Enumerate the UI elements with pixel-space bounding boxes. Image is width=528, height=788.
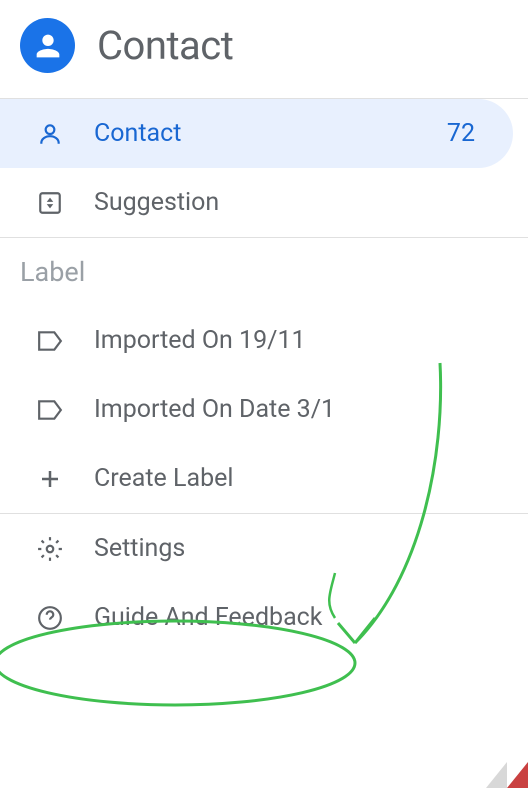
- nav-item-suggestion[interactable]: Suggestion: [0, 168, 528, 237]
- gear-icon: [36, 535, 64, 563]
- label-icon: [36, 396, 64, 424]
- create-label-text: Create Label: [94, 464, 500, 493]
- person-icon: [36, 120, 64, 148]
- contacts-app-icon: [20, 18, 75, 73]
- nav-label-contact: Contact: [94, 119, 417, 148]
- nav-label-guide: Guide And Feedback: [94, 603, 500, 632]
- nav-label-settings: Settings: [94, 534, 500, 563]
- watermark-logo: [486, 762, 528, 788]
- nav-item-contact[interactable]: Contact 72: [0, 99, 513, 168]
- create-label-button[interactable]: Create Label: [0, 444, 528, 513]
- help-icon: [36, 604, 64, 632]
- nav-item-settings[interactable]: Settings: [0, 514, 528, 583]
- label-text: Imported On Date 3/1: [94, 395, 500, 424]
- suggestion-icon: [36, 189, 64, 217]
- nav-label-suggestion: Suggestion: [94, 188, 500, 217]
- plus-icon: [36, 465, 64, 493]
- contact-count: 72: [447, 119, 475, 148]
- label-icon: [36, 327, 64, 355]
- app-header: Contact: [0, 0, 528, 98]
- label-text: Imported On 19/11: [94, 326, 500, 355]
- nav-item-guide[interactable]: Guide And Feedback: [0, 583, 528, 652]
- label-item-imported-1911[interactable]: Imported On 19/11: [0, 306, 528, 375]
- app-title: Contact: [97, 22, 233, 69]
- label-item-imported-31[interactable]: Imported On Date 3/1: [0, 375, 528, 444]
- section-title-label: Label: [0, 238, 528, 306]
